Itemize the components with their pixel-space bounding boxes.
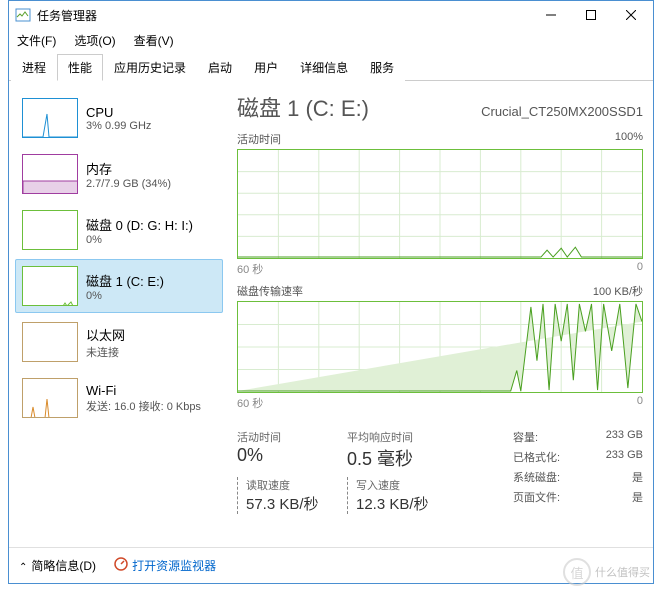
close-button[interactable] [611,2,651,28]
memory-sub: 2.7/7.9 GB (34%) [86,178,171,190]
sidebar-item-disk1[interactable]: 磁盘 1 (C: E:)0% [15,259,223,313]
read-speed-label: 读取速度 [246,477,347,493]
wifi-thumb [22,378,78,418]
sysdisk-value: 是 [632,469,643,485]
transfer-x-right: 0 [637,395,643,411]
resp-time-label: 平均响应时间 [347,429,457,445]
activity-chart-max: 100% [615,131,643,147]
pagefile-label: 页面文件: [513,489,560,505]
maximize-button[interactable] [571,2,611,28]
sidebar-item-memory[interactable]: 内存2.7/7.9 GB (34%) [15,147,223,201]
sidebar-item-disk0[interactable]: 磁盘 0 (D: G: H: I:)0% [15,203,223,257]
tab-users[interactable]: 用户 [243,54,289,81]
sidebar: CPU3% 0.99 GHz 内存2.7/7.9 GB (34%) 磁盘 0 (… [15,91,227,547]
menubar: 文件(F) 选项(O) 查看(V) [9,29,653,51]
activity-x-left: 60 秒 [237,261,263,277]
write-speed-label: 写入速度 [356,477,457,493]
ethernet-title: 以太网 [86,325,125,344]
disk0-title: 磁盘 0 (D: G: H: I:) [86,215,193,234]
cpu-sub: 3% 0.99 GHz [86,120,151,132]
watermark: 值 什么值得买 [540,554,650,590]
wifi-title: Wi-Fi [86,383,201,398]
sidebar-item-cpu[interactable]: CPU3% 0.99 GHz [15,91,223,145]
menu-file[interactable]: 文件(F) [13,30,60,51]
chevron-up-icon: ⌃ [19,562,27,573]
disk1-sub: 0% [86,290,164,302]
capacity-value: 233 GB [606,429,643,445]
main-panel: 磁盘 1 (C: E:) Crucial_CT250MX200SSD1 活动时间… [227,91,643,547]
titlebar: 任务管理器 [9,1,653,29]
minimize-button[interactable] [531,2,571,28]
tab-performance[interactable]: 性能 [57,54,103,81]
disk1-title: 磁盘 1 (C: E:) [86,271,164,290]
activity-chart-label: 活动时间 [237,131,281,147]
transfer-chart [237,301,643,393]
menu-options[interactable]: 选项(O) [70,30,119,51]
cpu-title: CPU [86,105,151,120]
fewer-details-button[interactable]: ⌃简略信息(D) [19,557,96,574]
app-title: 任务管理器 [37,7,531,24]
formatted-label: 已格式化: [513,449,560,465]
transfer-chart-max: 100 KB/秒 [593,283,643,299]
disk0-thumb [22,210,78,250]
tab-services[interactable]: 服务 [359,54,405,81]
cpu-thumb [22,98,78,138]
memory-title: 内存 [86,159,171,178]
disk0-sub: 0% [86,234,193,246]
activity-chart [237,149,643,259]
activity-chart-section: 活动时间 100% 60 秒 0 [237,131,643,277]
stats-panel: 活动时间 0% 平均响应时间 0.5 毫秒 读取速度 57.3 KB/秒 [237,429,643,514]
menu-view[interactable]: 查看(V) [130,30,178,51]
memory-thumb [22,154,78,194]
write-speed-value: 12.3 KB/秒 [356,493,457,514]
tabbar: 进程 性能 应用历史记录 启动 用户 详细信息 服务 [9,53,653,81]
watermark-text: 什么值得买 [595,564,650,580]
transfer-chart-label: 磁盘传输速率 [237,283,303,299]
ethernet-thumb [22,322,78,362]
resource-monitor-icon [114,557,128,574]
active-time-value: 0% [237,445,347,466]
capacity-label: 容量: [513,429,538,445]
ethernet-sub: 未连接 [86,344,125,360]
tab-processes[interactable]: 进程 [11,54,57,81]
main-title: 磁盘 1 (C: E:) [237,91,369,123]
sidebar-item-ethernet[interactable]: 以太网未连接 [15,315,223,369]
disk-model: Crucial_CT250MX200SSD1 [481,104,643,119]
pagefile-value: 是 [632,489,643,505]
tab-app-history[interactable]: 应用历史记录 [103,54,197,81]
transfer-x-left: 60 秒 [237,395,263,411]
sidebar-item-wifi[interactable]: Wi-Fi发送: 16.0 接收: 0 Kbps [15,371,223,425]
disk1-thumb [22,266,78,306]
content: CPU3% 0.99 GHz 内存2.7/7.9 GB (34%) 磁盘 0 (… [9,81,653,547]
transfer-chart-section: 磁盘传输速率 100 KB/秒 60 秒 0 [237,283,643,411]
open-resource-monitor-link[interactable]: 打开资源监视器 [114,557,216,574]
sysdisk-label: 系统磁盘: [513,469,560,485]
task-manager-window: 任务管理器 文件(F) 选项(O) 查看(V) 进程 性能 应用历史记录 启动 … [8,0,654,584]
tab-startup[interactable]: 启动 [197,54,243,81]
tab-details[interactable]: 详细信息 [289,54,359,81]
app-icon [15,7,31,23]
activity-x-right: 0 [637,261,643,277]
resp-time-value: 0.5 毫秒 [347,445,457,471]
wifi-sub: 发送: 16.0 接收: 0 Kbps [86,398,201,414]
formatted-value: 233 GB [606,449,643,465]
active-time-label: 活动时间 [237,429,347,445]
watermark-icon: 值 [563,558,591,586]
read-speed-value: 57.3 KB/秒 [246,493,347,514]
